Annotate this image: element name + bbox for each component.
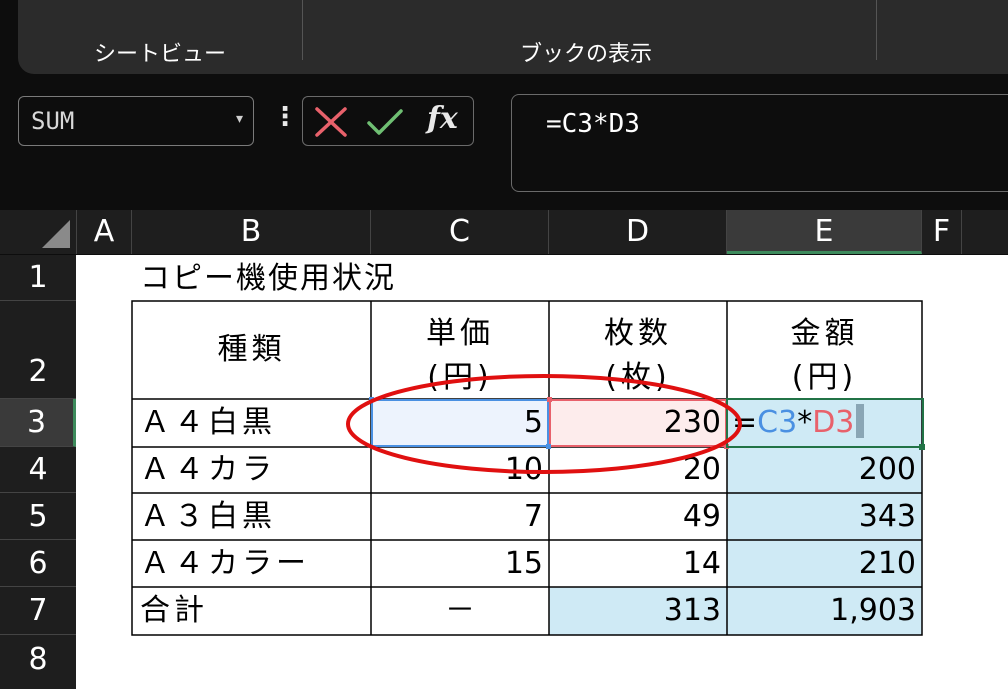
text-cursor xyxy=(856,404,865,438)
cell-c5[interactable]: 7 xyxy=(371,493,549,540)
cell-b3[interactable]: Ａ４白黒 xyxy=(140,399,276,447)
cell-d5[interactable]: 49 xyxy=(549,493,727,540)
header-unit-price[interactable]: 単価 xyxy=(371,308,549,352)
cell-e7[interactable]: 1,903 xyxy=(727,587,922,635)
cell-c6[interactable]: 15 xyxy=(371,540,549,587)
cell-e5[interactable]: 343 xyxy=(727,493,922,540)
cell-d3[interactable]: 230 xyxy=(549,399,727,447)
header-unit-price-unit: (円) xyxy=(427,360,493,395)
formula-ref-d3: D3 xyxy=(812,405,855,440)
header-amount[interactable]: 金額 xyxy=(727,308,922,352)
header-amount-unit: (円) xyxy=(791,360,858,395)
cell-c7[interactable]: － xyxy=(371,587,549,635)
formula-operator: * xyxy=(797,405,813,440)
cell-e4[interactable]: 200 xyxy=(727,447,922,493)
cell-d6[interactable]: 14 xyxy=(549,540,727,587)
cell-b6[interactable]: Ａ４カラー xyxy=(140,540,310,587)
cell-c3[interactable]: 5 xyxy=(371,399,549,447)
cell-b5[interactable]: Ａ３白黒 xyxy=(140,493,276,540)
cell-b7[interactable]: 合計 xyxy=(140,587,208,635)
header-type[interactable]: 種類 xyxy=(132,301,371,399)
cell-c4[interactable]: 10 xyxy=(371,447,549,493)
formula-equals: = xyxy=(732,405,758,440)
formula-ref-c3: C3 xyxy=(757,405,798,440)
cell-e6[interactable]: 210 xyxy=(727,540,922,587)
cell-e3-editing[interactable]: =C3*D3 xyxy=(732,399,865,447)
header-count-unit: (枚) xyxy=(605,360,671,395)
header-count[interactable]: 枚数 xyxy=(549,308,727,352)
cell-b4[interactable]: Ａ４カラ xyxy=(140,447,276,493)
cell-d4[interactable]: 20 xyxy=(549,447,727,493)
cell-d7[interactable]: 313 xyxy=(549,587,727,635)
